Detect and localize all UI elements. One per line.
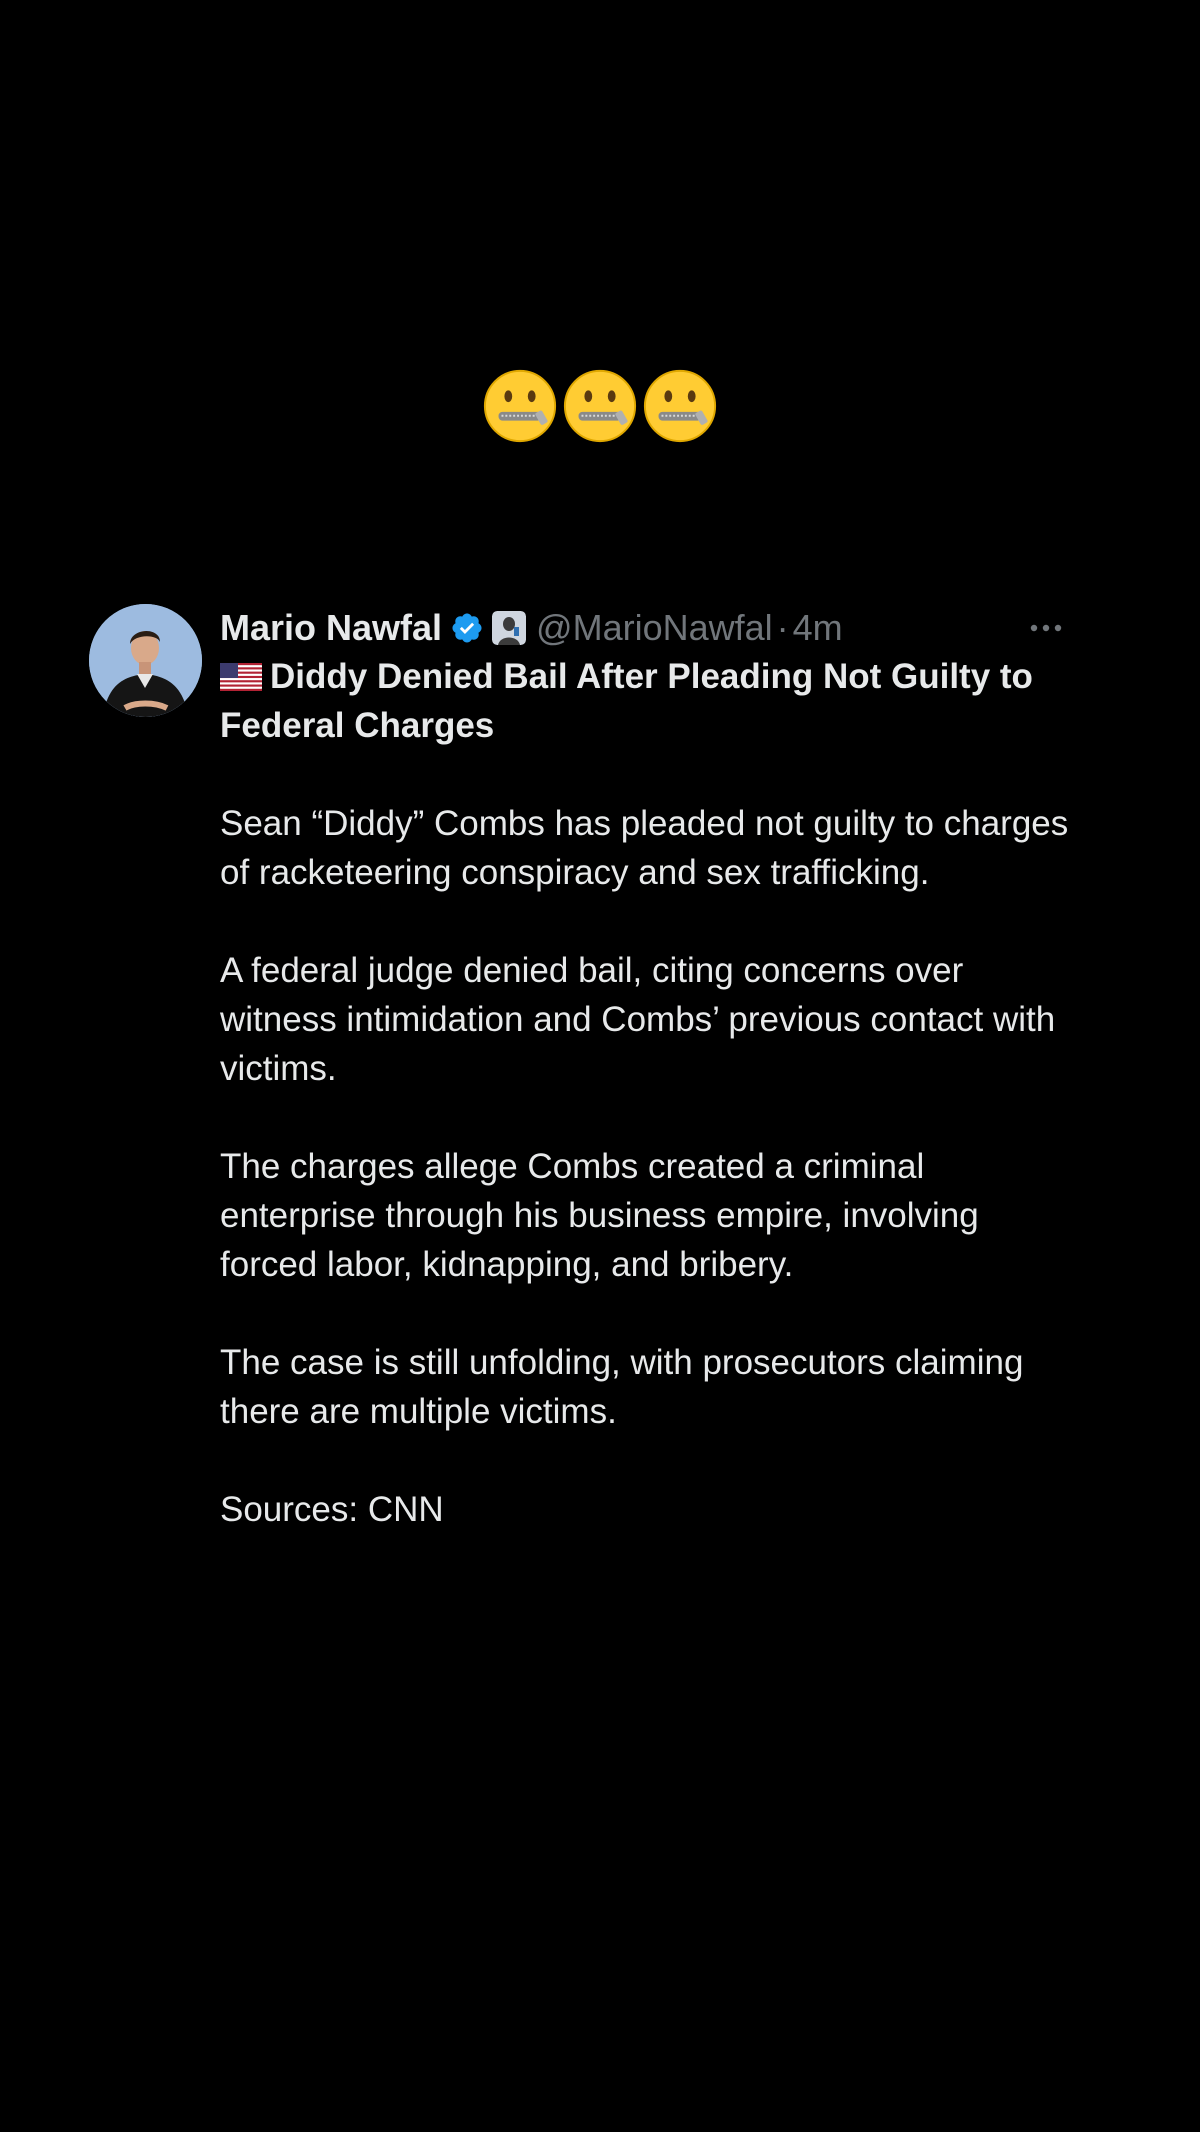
tweet-headline: Diddy Denied Bail After Pleading Not Gui…: [220, 652, 1070, 750]
zipper-mouth-face-emoji: [563, 369, 637, 443]
more-options-icon[interactable]: [1022, 608, 1070, 648]
us-flag-emoji: [220, 663, 262, 691]
verified-badge-icon[interactable]: [450, 611, 484, 645]
author-handle[interactable]: @MarioNawfal: [536, 607, 773, 649]
caption-emojis: [0, 366, 1200, 446]
zipper-mouth-face-emoji: [643, 369, 717, 443]
separator-dot: ·: [776, 607, 789, 648]
author-avatar[interactable]: [89, 604, 202, 717]
avatar-image: [89, 604, 202, 717]
tweet-paragraph: A federal judge denied bail, citing conc…: [220, 951, 1056, 1088]
author-name[interactable]: Mario Nawfal: [220, 607, 442, 649]
tweet-paragraph: The case is still unfolding, with prosec…: [220, 1343, 1024, 1431]
tweet-sources: Sources: CNN: [220, 1490, 444, 1529]
tweet-content: Mario Nawfal @MarioNawfal · 4m Diddy Den…: [220, 604, 1070, 1534]
tweet-paragraph: The charges allege Combs created a crimi…: [220, 1147, 979, 1284]
tweet-headline-text: Diddy Denied Bail After Pleading Not Gui…: [220, 657, 1033, 745]
affiliate-badge-icon[interactable]: [492, 611, 527, 645]
tweet-timestamp[interactable]: 4m: [793, 607, 843, 649]
tweet-header: Mario Nawfal @MarioNawfal · 4m: [220, 604, 1070, 652]
tweet-paragraph: Sean “Diddy” Combs has pleaded not guilt…: [220, 804, 1069, 892]
zipper-mouth-face-emoji: [483, 369, 557, 443]
